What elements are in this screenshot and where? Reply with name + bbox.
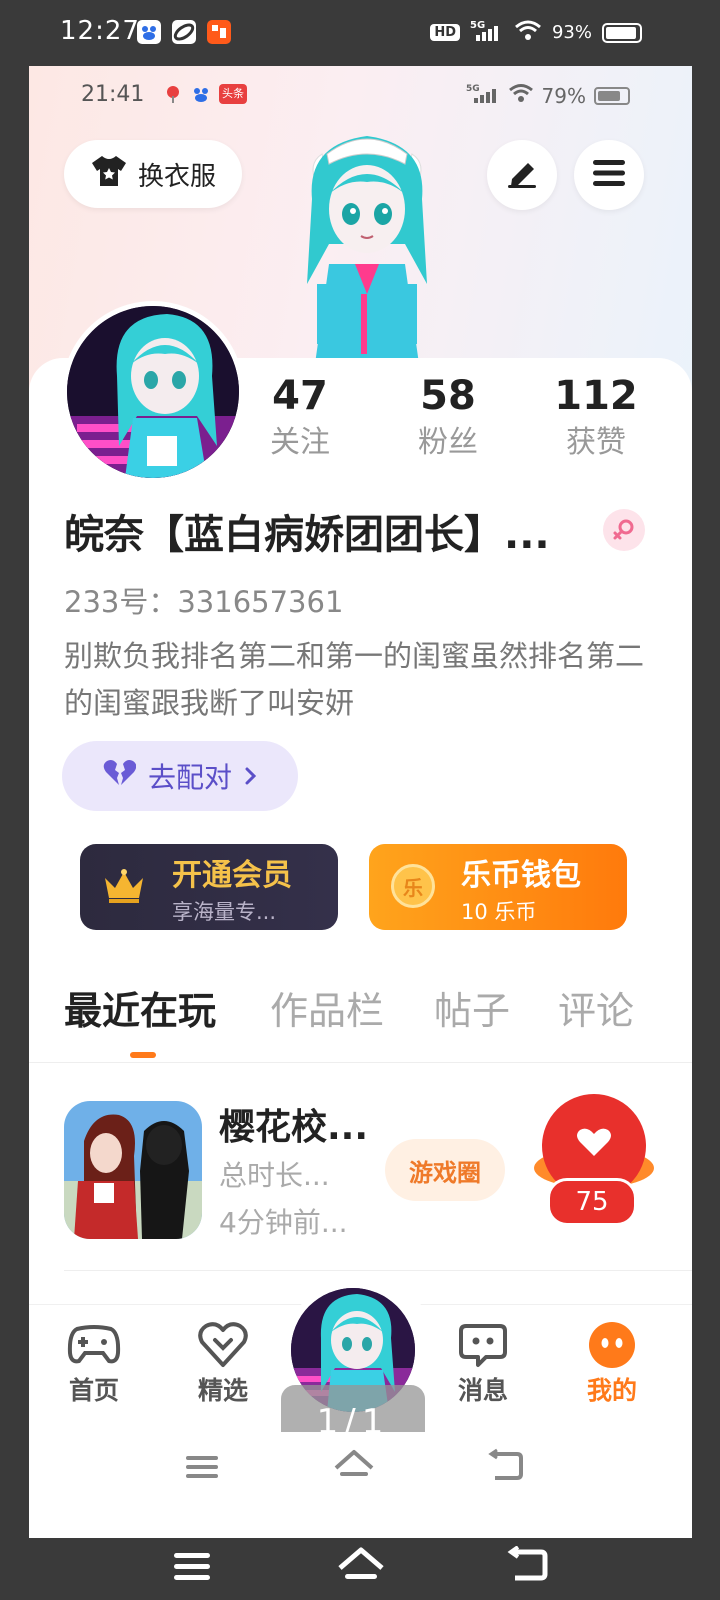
recents-icon[interactable]	[172, 1550, 212, 1588]
svg-text:5G: 5G	[466, 84, 480, 94]
coin-icon: 乐	[391, 864, 435, 908]
gamepad-icon	[44, 1319, 144, 1371]
toutiao-icon: 头条	[219, 84, 247, 104]
profile-avatar[interactable]	[62, 301, 244, 483]
signal-icon: 5G	[470, 18, 504, 47]
nav-home[interactable]: 首页	[44, 1319, 144, 1407]
map-pin-icon	[163, 84, 183, 104]
active-tab-indicator	[130, 1052, 156, 1058]
home-icon[interactable]	[336, 1544, 386, 1590]
nav-me-label: 我的	[586, 1376, 637, 1405]
inner-back-icon[interactable]	[487, 1448, 525, 1486]
battery-icon	[602, 22, 642, 43]
bio-text: 别欺负我排名第二和第一的闺蜜虽然排名第二的闺蜜跟我断了叫安妍	[64, 639, 645, 720]
game-duration: 总时长...	[219, 1159, 330, 1192]
list-divider	[64, 1270, 692, 1271]
stat-followers[interactable]: 58 粉丝	[388, 371, 508, 465]
chat-icon	[433, 1319, 533, 1371]
outer-clock: 12:27	[60, 16, 140, 46]
baidu-icon	[191, 84, 211, 104]
nickname: 皖奈【蓝白病娇团团长】...	[64, 512, 550, 558]
pencil-icon	[504, 157, 540, 193]
crown-icon	[102, 868, 146, 908]
inner-status-right: 5G 79%	[466, 82, 630, 109]
hd-badge: HD	[430, 24, 460, 41]
vip-title: 开通会员	[172, 858, 292, 893]
outer-status-right: HD 5G 93%	[430, 18, 642, 47]
inner-battery-percent: 79%	[541, 83, 586, 108]
following-label: 关注	[270, 425, 330, 460]
inner-notification-icons: 头条	[163, 84, 247, 104]
nav-featured[interactable]: 精选	[173, 1319, 273, 1407]
svg-text:5G: 5G	[470, 20, 485, 31]
like-count: 75	[547, 1178, 637, 1226]
edit-profile-button[interactable]	[487, 140, 557, 210]
wallet-balance: 10 乐币	[461, 900, 537, 924]
tab-recent[interactable]: 最近在玩	[64, 980, 216, 1035]
baidu-app-icon	[137, 20, 161, 44]
nav-featured-label: 精选	[197, 1376, 248, 1405]
recent-game-row[interactable]: 樱花校... 总时长... 4分钟前... 游戏圈 75	[29, 1094, 692, 1246]
inner-clock: 21:41	[81, 82, 145, 107]
heart-shield-icon	[173, 1319, 273, 1371]
game-icon[interactable]	[64, 1101, 202, 1239]
nav-me[interactable]: 我的	[562, 1319, 662, 1407]
followers-label: 粉丝	[418, 425, 478, 460]
chevron-right-icon	[244, 760, 258, 793]
orange-app-icon	[207, 20, 231, 44]
match-label: 去配对	[147, 761, 232, 794]
broken-heart-icon	[102, 759, 137, 794]
followers-count: 58	[420, 373, 476, 419]
user-id: 233号：331657361	[64, 585, 344, 619]
change-outfit-label: 换衣服	[137, 161, 216, 192]
tab-divider	[29, 1062, 692, 1063]
nav-messages-label: 消息	[457, 1376, 508, 1405]
tab-comments[interactable]: 评论	[558, 980, 634, 1035]
battery-percent: 93%	[551, 22, 592, 43]
back-icon[interactable]	[507, 1545, 549, 1588]
female-gender-icon	[603, 509, 645, 551]
tab-works[interactable]: 作品栏	[270, 980, 384, 1035]
nav-home-label: 首页	[68, 1376, 119, 1405]
game-circle-button[interactable]: 游戏圈	[385, 1139, 505, 1201]
inner-battery-icon	[594, 86, 630, 105]
following-count: 47	[272, 373, 328, 419]
app-screen: 21:41 头条 5G 79% 换衣服 47 关注 58 粉丝 112 获赞 皖…	[29, 66, 692, 1538]
wallet-title: 乐币钱包	[461, 858, 581, 893]
vip-membership-card[interactable]: 开通会员 享海量专...	[80, 844, 338, 930]
likes-label: 获赞	[566, 425, 626, 460]
wifi-icon	[514, 19, 542, 46]
planet-app-icon	[172, 20, 196, 44]
game-last-played: 4分钟前...	[219, 1206, 348, 1239]
vip-subtitle: 享海量专...	[172, 900, 277, 924]
tab-posts[interactable]: 帖子	[434, 980, 510, 1035]
wallet-card[interactable]: 乐 乐币钱包 10 乐币	[369, 844, 627, 930]
inner-system-nav	[29, 1432, 692, 1538]
inner-signal-icon: 5G	[466, 82, 500, 109]
inner-home-icon[interactable]	[332, 1446, 376, 1486]
menu-button[interactable]	[574, 140, 644, 210]
game-name: 樱花校...	[219, 1107, 369, 1148]
outer-system-nav	[0, 1538, 720, 1600]
likes-count: 112	[554, 373, 638, 419]
inner-status-bar: 21:41 头条 5G 79%	[29, 66, 692, 126]
inner-wifi-icon	[508, 83, 534, 108]
hamburger-icon	[591, 158, 627, 192]
stat-following[interactable]: 47 关注	[240, 371, 360, 465]
tshirt-icon	[90, 154, 128, 195]
face-icon	[562, 1319, 662, 1371]
match-button[interactable]: 去配对	[62, 741, 298, 811]
outer-status-bar: 12:27 HD 5G 93%	[0, 0, 720, 66]
inner-recents-icon[interactable]	[184, 1452, 220, 1486]
change-outfit-button[interactable]: 换衣服	[64, 140, 242, 208]
nav-messages[interactable]: 消息	[433, 1319, 533, 1407]
stat-likes[interactable]: 112 获赞	[536, 371, 656, 465]
